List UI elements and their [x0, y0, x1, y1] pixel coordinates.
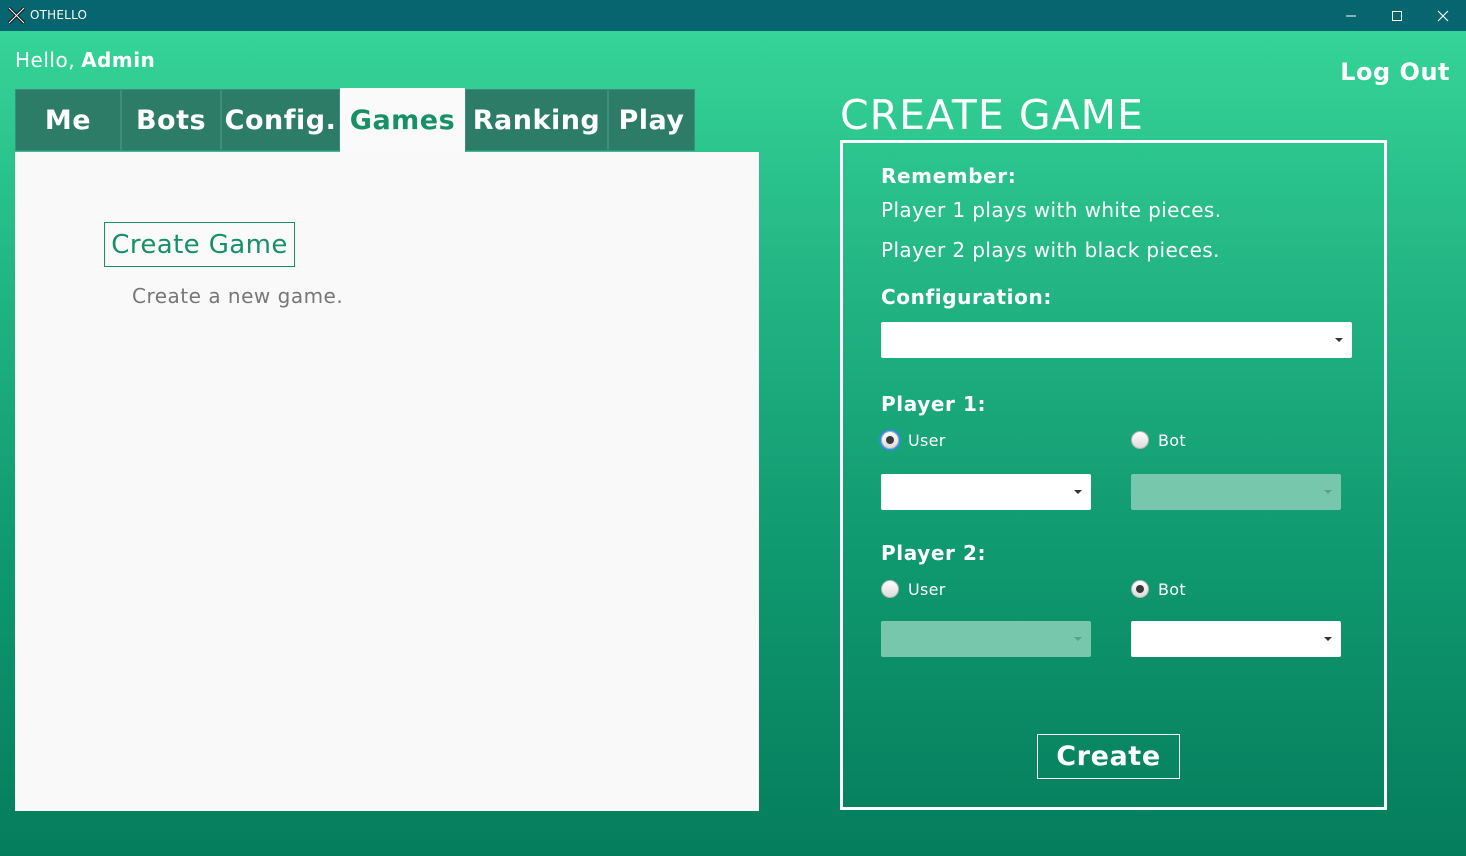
minimize-button[interactable]	[1328, 0, 1374, 31]
create-game-button[interactable]: Create Game	[104, 222, 295, 267]
radio-selected-icon	[881, 431, 899, 449]
tab-ranking[interactable]: Ranking	[465, 89, 608, 151]
games-tab-panel: Create Game Create a new game.	[15, 152, 759, 811]
main-window: Hello, Admin Log Out Me Bots Config. Game…	[0, 31, 1466, 856]
player1-bot-label: Bot	[1158, 430, 1186, 450]
tab-config[interactable]: Config.	[221, 89, 340, 151]
chevron-down-icon	[1324, 490, 1332, 494]
close-icon	[1437, 10, 1449, 21]
player1-bot-radio[interactable]: Bot	[1131, 428, 1186, 452]
player1-user-select[interactable]	[881, 474, 1091, 510]
tab-bots[interactable]: Bots	[121, 89, 221, 151]
radio-unselected-icon	[881, 580, 899, 598]
player2-bot-radio[interactable]: Bot	[1131, 577, 1186, 601]
player2-user-select	[881, 621, 1091, 657]
configuration-select[interactable]	[881, 322, 1352, 358]
player2-user-radio[interactable]: User	[881, 577, 946, 601]
create-game-form: Remember: Player 1 plays with white piec…	[840, 140, 1387, 810]
player2-bot-label: Bot	[1158, 579, 1186, 599]
tab-games[interactable]: Games	[340, 88, 465, 153]
player1-bot-select	[1131, 474, 1341, 510]
greeting: Hello, Admin	[15, 48, 155, 72]
radio-unselected-icon	[1131, 431, 1149, 449]
player2-user-label: User	[908, 579, 946, 599]
tab-play[interactable]: Play	[608, 89, 695, 151]
chevron-down-icon	[1324, 637, 1332, 641]
othello-app-icon	[8, 7, 25, 24]
maximize-button[interactable]	[1374, 0, 1420, 31]
tab-me[interactable]: Me	[15, 89, 121, 151]
remember-label: Remember:	[881, 164, 1017, 188]
window-title-bar: OTHELLO	[0, 0, 1466, 31]
player2-bot-select[interactable]	[1131, 621, 1341, 657]
create-game-title: CREATE GAME	[840, 91, 1144, 139]
minimize-icon	[1346, 15, 1356, 16]
create-game-description: Create a new game.	[132, 284, 344, 308]
greeting-text: Hello,	[15, 48, 76, 72]
player2-label: Player 2:	[881, 541, 987, 565]
radio-selected-icon	[1131, 580, 1149, 598]
logout-button[interactable]: Log Out	[1340, 58, 1450, 86]
chevron-down-icon	[1335, 338, 1343, 342]
remember-line-2: Player 2 plays with black pieces.	[881, 238, 1220, 262]
chevron-down-icon	[1074, 490, 1082, 494]
chevron-down-icon	[1074, 637, 1082, 641]
remember-line-1: Player 1 plays with white pieces.	[881, 198, 1222, 222]
close-button[interactable]	[1420, 0, 1466, 31]
player1-label: Player 1:	[881, 392, 987, 416]
player1-user-radio[interactable]: User	[881, 428, 946, 452]
username: Admin	[81, 48, 156, 72]
create-button[interactable]: Create	[1037, 734, 1180, 779]
player1-user-label: User	[908, 430, 946, 450]
configuration-label: Configuration:	[881, 285, 1052, 309]
window-title: OTHELLO	[30, 8, 88, 22]
maximize-icon	[1392, 10, 1402, 21]
